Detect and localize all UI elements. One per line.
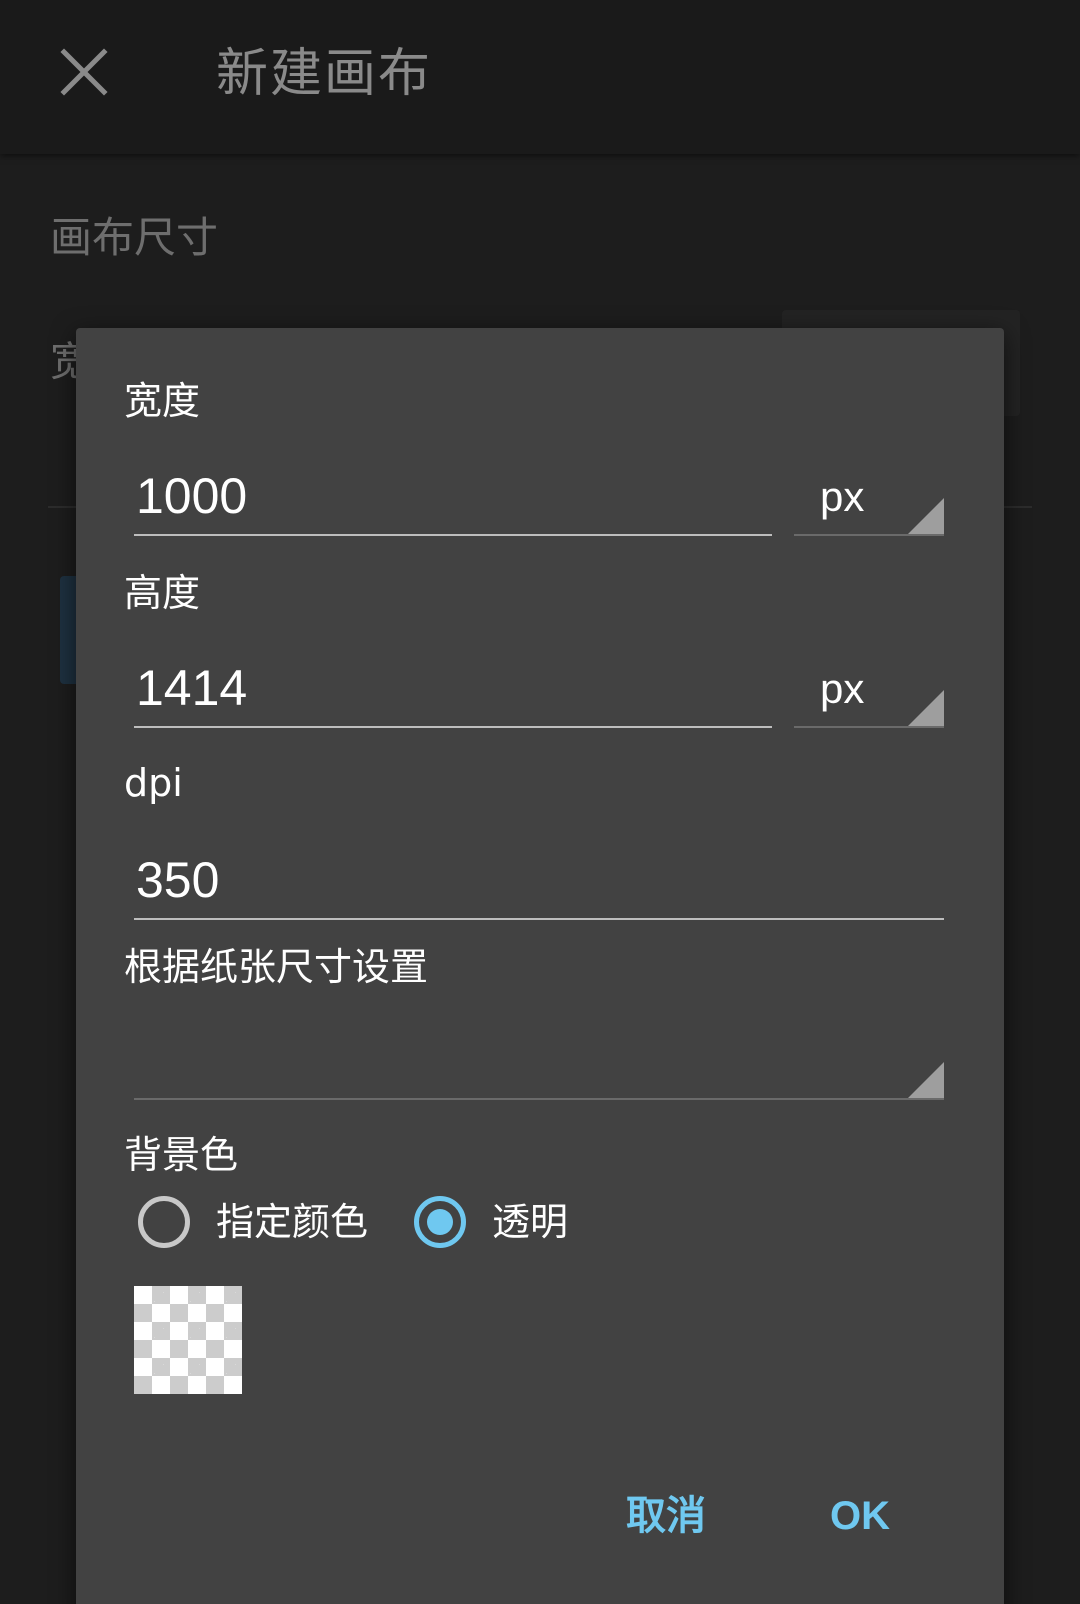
background-color-options: 指定颜色 透明 (138, 1190, 568, 1254)
width-unit-select[interactable]: px (794, 454, 944, 536)
paper-size-select[interactable] (134, 1018, 944, 1100)
radio-selected-dot (427, 1209, 454, 1235)
height-unit-value: px (820, 665, 865, 712)
close-icon[interactable] (56, 44, 112, 100)
width-unit-value: px (820, 473, 865, 520)
dpi-input[interactable]: 350 (134, 838, 944, 920)
page-title: 新建画布 (216, 44, 433, 104)
radio-transparent[interactable] (414, 1196, 467, 1248)
height-unit-select[interactable]: px (794, 646, 944, 728)
width-input[interactable]: 1000 (134, 454, 772, 536)
canvas-size-dialog: 宽度 1000 px 高度 1414 px dpi 350 根据纸张尺寸设置 背… (76, 328, 1004, 1604)
width-label: 宽度 (124, 379, 201, 423)
radio-specified-color-label[interactable]: 指定颜色 (216, 1197, 368, 1247)
width-value: 1000 (136, 468, 248, 524)
dpi-label: dpi (124, 761, 183, 805)
height-label: 高度 (124, 571, 201, 615)
dropdown-arrow-icon (908, 498, 944, 534)
canvas-size-section-title: 画布尺寸 (50, 213, 219, 262)
dpi-value: 350 (136, 852, 220, 908)
ok-button[interactable]: OK (810, 1478, 910, 1554)
height-input[interactable]: 1414 (134, 646, 772, 728)
radio-transparent-label[interactable]: 透明 (492, 1197, 568, 1247)
paper-size-label: 根据纸张尺寸设置 (124, 945, 429, 989)
height-value: 1414 (136, 660, 248, 716)
radio-specified-color[interactable] (138, 1196, 190, 1248)
cancel-button[interactable]: 取消 (606, 1478, 726, 1554)
background-color-label: 背景色 (124, 1133, 239, 1177)
transparent-color-swatch[interactable] (134, 1286, 242, 1394)
new-canvas-screen: 新建画布 画布尺寸 宽 宽度 1000 px 高度 1414 px dpi 35… (0, 0, 1080, 1604)
app-bar: 新建画布 (0, 0, 1080, 154)
dropdown-arrow-icon (908, 690, 944, 726)
dropdown-arrow-icon (908, 1062, 944, 1098)
